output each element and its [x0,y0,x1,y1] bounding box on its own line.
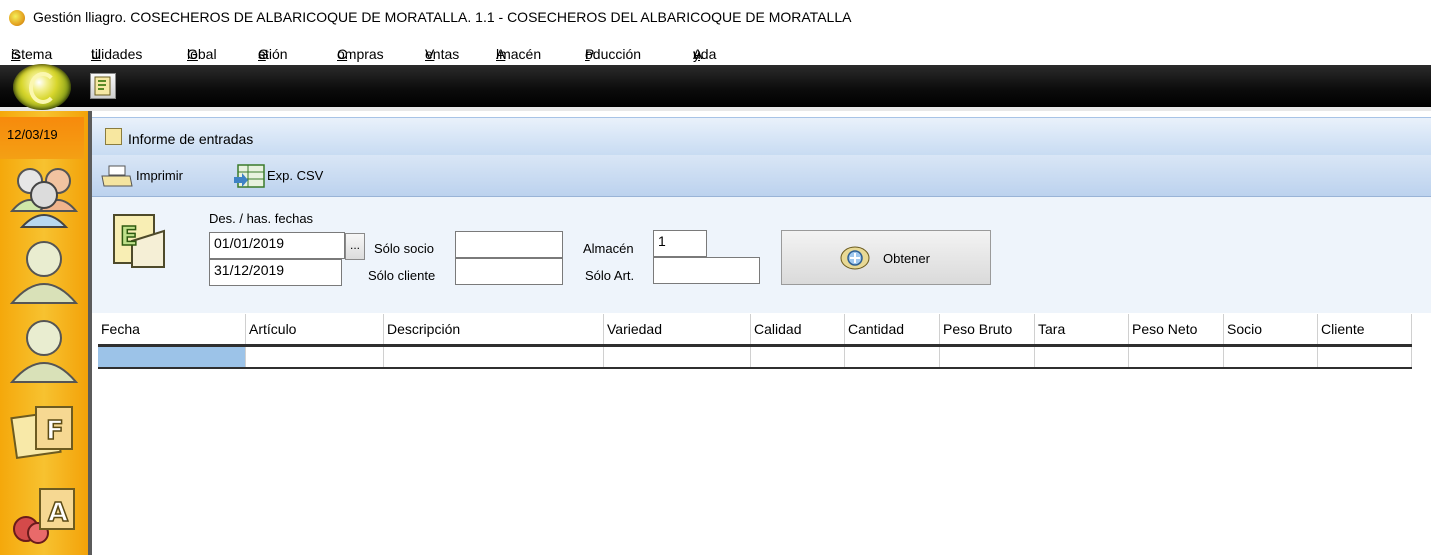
form-f-icon[interactable]: F [6,401,82,471]
table-cell[interactable] [98,347,246,367]
menu-bar: Sistema Utilidades Global Ge stión Compra… [0,40,1431,64]
print-button[interactable]: Imprimir [100,164,200,188]
filter-area: E Des. / has. fechas 01/01/2019 ... 31/1… [92,197,1431,313]
table-cell[interactable] [1129,347,1224,367]
printer-icon [101,165,133,187]
column-header-tara[interactable]: Tara [1035,314,1129,344]
column-header-peso-neto[interactable]: Peso Neto [1129,314,1224,344]
report-icon [105,128,122,145]
table-cell[interactable] [845,347,940,367]
panel-title: Informe de entradas [128,131,254,147]
articulo-label: Sólo Art. [585,268,635,283]
users-group-icon[interactable] [6,159,82,229]
sidebar: 12/03/19 F A [0,111,92,555]
grid-bottom-line [98,367,1412,369]
report-panel: Informe de entradas Imprimir Exp. CSV E … [92,111,1431,555]
report-entries-icon: E [113,214,165,268]
date-to-input[interactable]: 31/12/2019 [209,259,342,286]
user-icon[interactable] [6,235,82,305]
column-header-socio[interactable]: Socio [1224,314,1318,344]
export-csv-button[interactable]: Exp. CSV [234,164,344,188]
title-bar: Gestión lliagro. COSECHEROS DE ALBARICOQ… [0,0,1431,40]
cliente-label: Sólo cliente [368,268,436,283]
app-orb-button[interactable] [13,64,71,110]
date-picker-button[interactable]: ... [345,233,365,260]
date-from-input[interactable]: 01/01/2019 [209,232,345,259]
app-icon [9,10,25,26]
window-title: Gestión lliagro. COSECHEROS DE ALBARICOQ… [33,9,852,25]
ribbon: Imprimir Exp. CSV [92,155,1431,197]
results-grid[interactable]: Fecha Artículo Descripción Variedad Cali… [98,314,1412,369]
column-header-fecha[interactable]: Fecha [98,314,246,344]
cliente-input[interactable] [455,258,563,285]
obtener-button[interactable]: Obtener [781,230,991,285]
report-icon [94,76,111,96]
form-a-icon[interactable]: A [6,481,82,551]
column-header-descripcion[interactable]: Descripción [384,314,604,344]
panel-header: Informe de entradas [92,117,1431,156]
obtain-icon [840,246,870,270]
report-shortcut-button[interactable] [90,73,116,99]
main-toolbar [0,65,1431,107]
table-cell[interactable] [1035,347,1129,367]
column-header-cliente[interactable]: Cliente [1318,314,1412,344]
user-icon[interactable] [6,314,82,384]
socio-input[interactable] [455,231,563,258]
column-header-peso-bruto[interactable]: Peso Bruto [940,314,1035,344]
spreadsheet-icon [234,164,265,188]
table-cell[interactable] [604,347,751,367]
column-header-cantidad[interactable]: Cantidad [845,314,940,344]
svg-text:F: F [46,416,64,446]
table-cell[interactable] [751,347,845,367]
table-cell[interactable] [1224,347,1318,367]
table-cell[interactable] [940,347,1035,367]
date-badge: 12/03/19 [0,117,84,159]
column-header-variedad[interactable]: Variedad [604,314,751,344]
svg-text:E: E [120,222,138,252]
date-range-label: Des. / has. fechas [209,211,314,226]
column-header-calidad[interactable]: Calidad [751,314,845,344]
almacen-input[interactable]: 1 [653,230,707,257]
table-cell[interactable] [384,347,604,367]
table-cell[interactable] [246,347,384,367]
articulo-input[interactable] [653,257,760,284]
column-header-articulo[interactable]: Artículo [246,314,384,344]
socio-label: Sólo socio [374,241,434,256]
almacen-label: Almacén [583,241,634,256]
svg-text:A: A [48,498,68,528]
table-cell[interactable] [1318,347,1412,367]
